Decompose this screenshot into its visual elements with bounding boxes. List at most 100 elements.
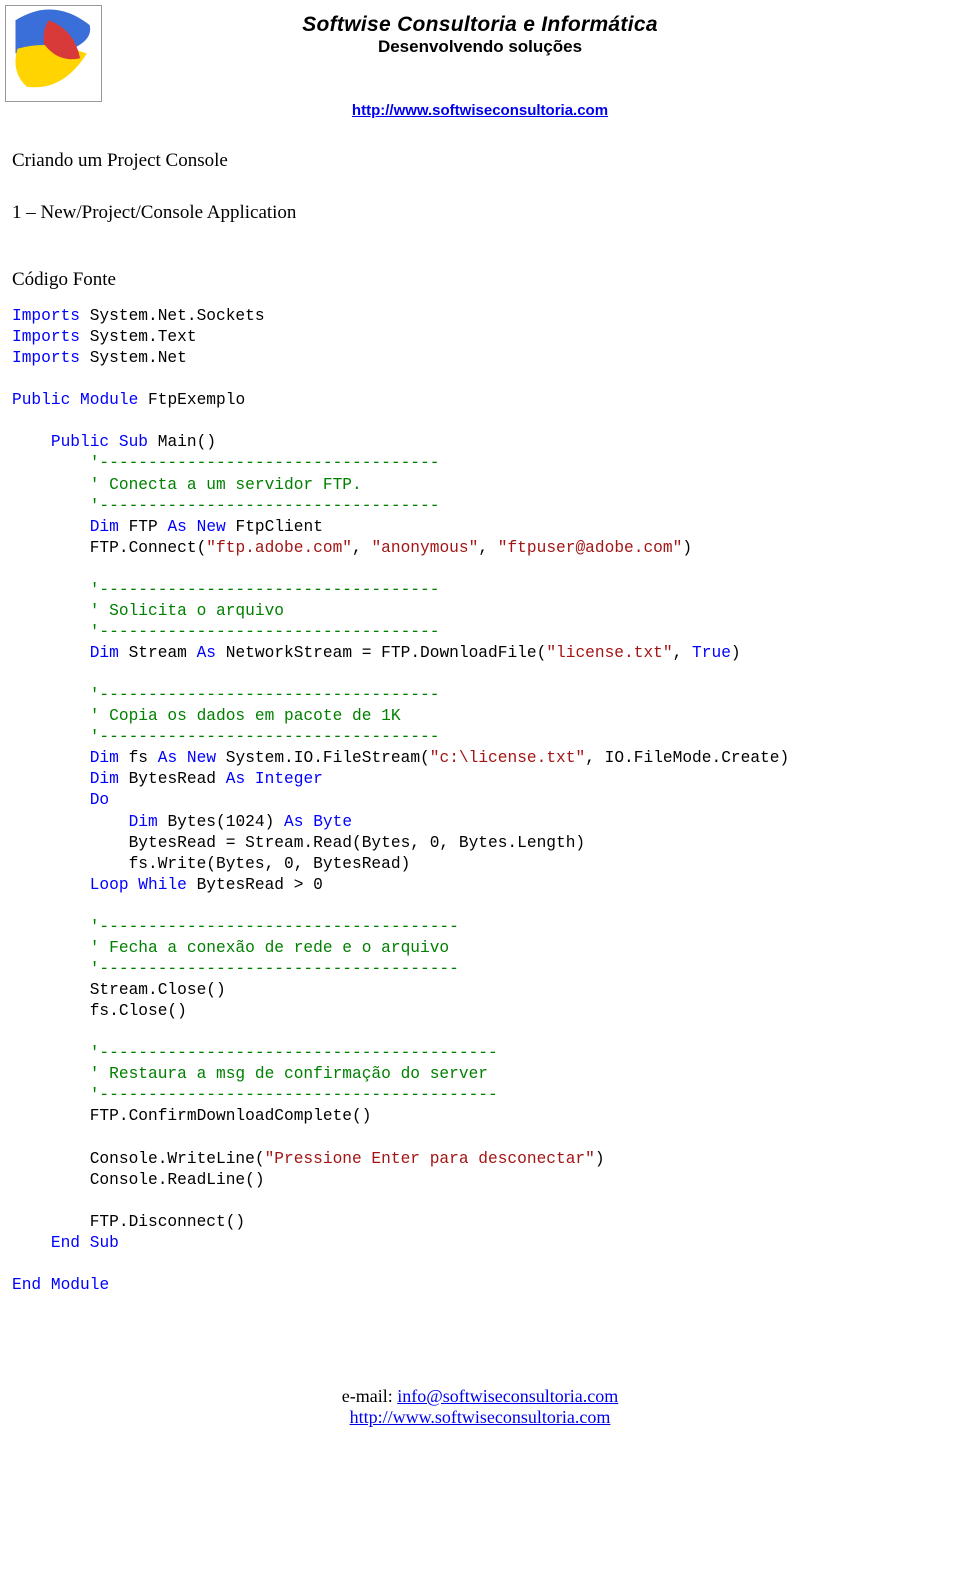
code-comment: ' Copia os dados em pacote de 1K: [90, 707, 401, 725]
footer-url-link[interactable]: http://www.softwiseconsultoria.com: [350, 1407, 611, 1427]
code-keyword: Public: [51, 433, 109, 451]
code-keyword: As: [158, 749, 177, 767]
code-keyword: While: [138, 876, 187, 894]
code-keyword: Sub: [90, 1234, 119, 1252]
code-comment: '-----------------------------------: [90, 623, 440, 641]
code-text: Console.WriteLine(: [90, 1150, 265, 1168]
code-text: FTP.Connect(: [90, 539, 207, 557]
code-comment: ' Conecta a um servidor FTP.: [90, 476, 362, 494]
code-keyword: Dim: [90, 644, 119, 662]
code-text: ): [682, 539, 692, 557]
code-keyword: Module: [51, 1276, 109, 1294]
code-keyword: As: [197, 644, 216, 662]
code-keyword: Integer: [255, 770, 323, 788]
code-text: Console.ReadLine(): [90, 1171, 265, 1189]
code-comment: '-----------------------------------: [90, 581, 440, 599]
code-comment: '---------------------------------------…: [90, 1086, 498, 1104]
code-comment: '-----------------------------------: [90, 728, 440, 746]
code-keyword: New: [197, 518, 226, 536]
source-code-block: Imports System.Net.Sockets Imports Syste…: [12, 306, 955, 1296]
code-text: System.Net: [80, 349, 187, 367]
code-text: ,: [478, 539, 497, 557]
code-text: System.IO.FileStream(: [216, 749, 430, 767]
code-string: "ftpuser@adobe.com": [498, 539, 683, 557]
code-keyword: Sub: [119, 433, 148, 451]
code-comment: '-----------------------------------: [90, 686, 440, 704]
code-text: FTP.ConfirmDownloadComplete(): [90, 1107, 372, 1125]
code-text: [303, 813, 313, 831]
code-string: "Pressione Enter para desconectar": [265, 1150, 595, 1168]
code-text: BytesRead > 0: [187, 876, 323, 894]
code-text: NetworkStream = FTP.DownloadFile(: [216, 644, 546, 662]
code-text: [109, 433, 119, 451]
code-text: [41, 1276, 51, 1294]
code-comment: '-----------------------------------: [90, 454, 440, 472]
code-text: fs.Write(Bytes, 0, BytesRead): [129, 855, 411, 873]
code-text: FtpClient: [226, 518, 323, 536]
code-keyword: As: [226, 770, 245, 788]
code-keyword: Byte: [313, 813, 352, 831]
code-text: Stream: [119, 644, 197, 662]
code-keyword: As: [167, 518, 186, 536]
code-text: [187, 518, 197, 536]
code-text: ): [595, 1150, 605, 1168]
code-text: System.Net.Sockets: [80, 307, 265, 325]
company-tagline: Desenvolvendo soluções: [0, 37, 960, 57]
code-text: fs.Close(): [90, 1002, 187, 1020]
code-text: Bytes(1024): [158, 813, 284, 831]
code-keyword: Imports: [12, 328, 80, 346]
footer-email-link[interactable]: info@softwiseconsultoria.com: [397, 1386, 618, 1406]
code-keyword: Public: [12, 391, 70, 409]
code-text: FtpExemplo: [138, 391, 245, 409]
code-text: [177, 749, 187, 767]
code-text: ,: [673, 644, 692, 662]
code-keyword: Dim: [90, 518, 119, 536]
code-text: [80, 1234, 90, 1252]
code-keyword: Module: [80, 391, 138, 409]
code-text: BytesRead: [119, 770, 226, 788]
code-comment: '---------------------------------------…: [90, 1044, 498, 1062]
code-text: [70, 391, 80, 409]
code-indent: [12, 433, 51, 451]
code-keyword: End: [51, 1234, 80, 1252]
code-keyword: Dim: [90, 749, 119, 767]
code-text: FTP.Disconnect(): [90, 1213, 245, 1231]
code-text: Stream.Close(): [90, 981, 226, 999]
code-comment: ' Restaura a msg de confirmação do serve…: [90, 1065, 488, 1083]
code-text: FTP: [119, 518, 168, 536]
code-keyword: Imports: [12, 349, 80, 367]
footer-email-label: e-mail:: [342, 1386, 397, 1406]
company-name: Softwise Consultoria e Informática: [0, 13, 960, 37]
code-string: "ftp.adobe.com": [206, 539, 352, 557]
code-keyword: True: [692, 644, 731, 662]
company-logo: [5, 5, 102, 102]
code-keyword: Loop: [90, 876, 129, 894]
code-string: "c:\license.txt": [430, 749, 585, 767]
code-keyword: As: [284, 813, 303, 831]
header-url-link[interactable]: http://www.softwiseconsultoria.com: [352, 102, 608, 119]
code-keyword: New: [187, 749, 216, 767]
code-text: ): [731, 644, 741, 662]
section-title-3: Código Fonte: [12, 269, 955, 291]
code-text: fs: [119, 749, 158, 767]
section-title-1: Criando um Project Console: [12, 150, 955, 172]
code-keyword: End: [12, 1276, 41, 1294]
code-comment: ' Fecha a conexão de rede e o arquivo: [90, 939, 449, 957]
code-text: ,: [352, 539, 371, 557]
code-text: Main(): [148, 433, 216, 451]
code-keyword: Dim: [129, 813, 158, 831]
code-comment: '-------------------------------------: [90, 918, 459, 936]
code-comment: '-----------------------------------: [90, 497, 440, 515]
code-text: System.Text: [80, 328, 197, 346]
code-text: [129, 876, 139, 894]
code-keyword: Imports: [12, 307, 80, 325]
code-text: , IO.FileMode.Create): [585, 749, 789, 767]
code-keyword: Do: [90, 791, 109, 809]
code-text: [245, 770, 255, 788]
code-comment: '-------------------------------------: [90, 960, 459, 978]
code-string: "license.txt": [546, 644, 672, 662]
code-string: "anonymous": [371, 539, 478, 557]
code-text: BytesRead = Stream.Read(Bytes, 0, Bytes.…: [129, 834, 586, 852]
code-comment: ' Solicita o arquivo: [90, 602, 284, 620]
code-keyword: Dim: [90, 770, 119, 788]
